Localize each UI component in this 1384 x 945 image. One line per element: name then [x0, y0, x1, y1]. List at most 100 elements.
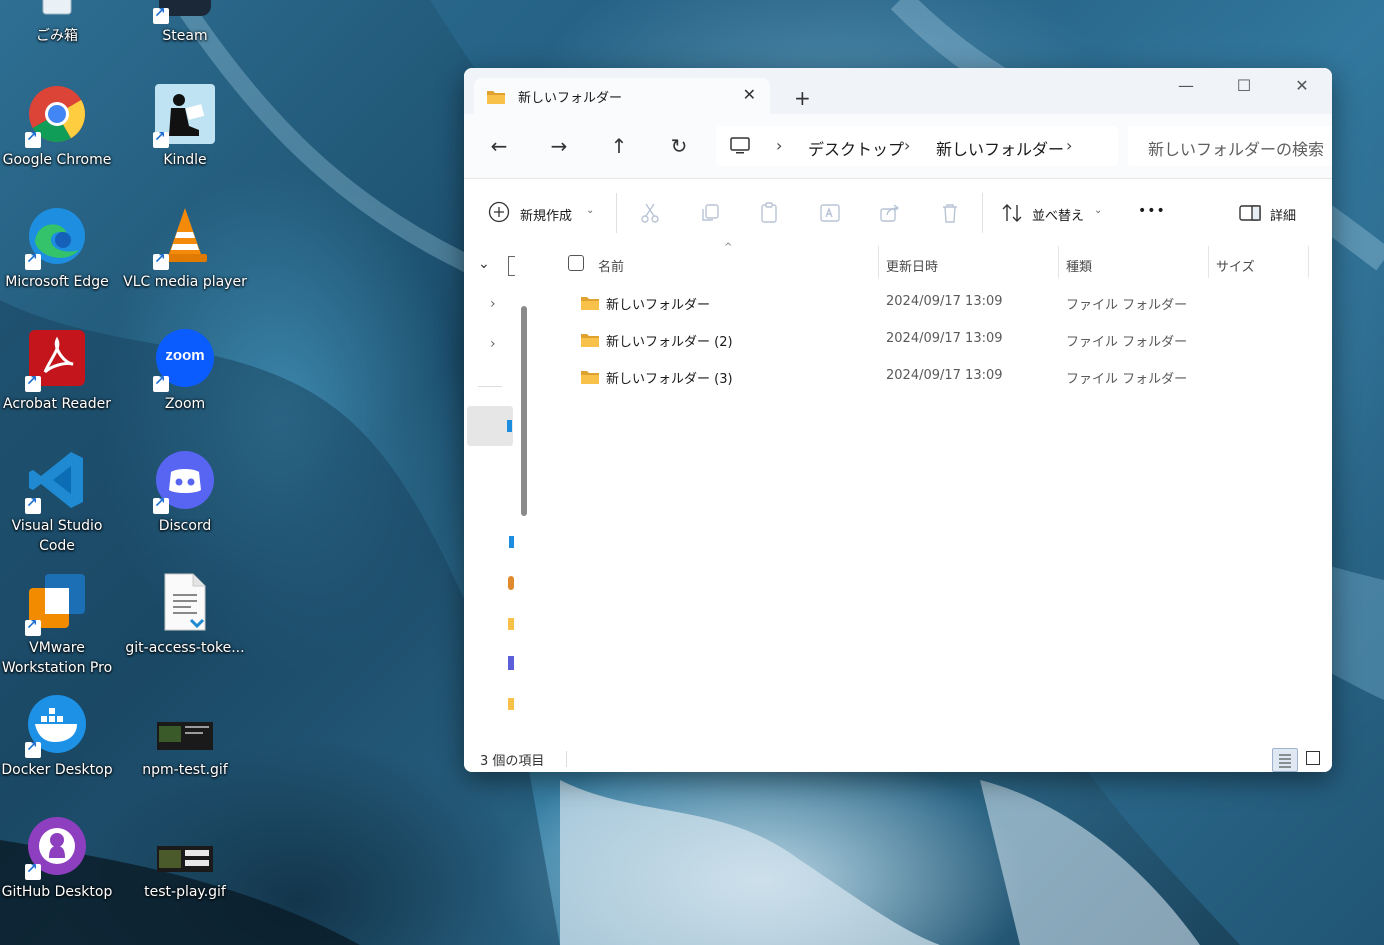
desktop-icon-vmware[interactable]: VMware Workstation Pro	[0, 572, 119, 678]
column-divider[interactable]	[1308, 246, 1309, 278]
search-box[interactable]: 新しいフォルダーの検索	[1128, 126, 1332, 166]
folder-nav-icon[interactable]	[508, 698, 514, 710]
downloads-nav-icon[interactable]	[509, 536, 514, 548]
breadcrumb-new-folder[interactable]: 新しいフォルダー	[936, 136, 1064, 160]
desktop-icon-discord[interactable]: Discord	[123, 450, 247, 536]
up-button[interactable]: ↑	[604, 134, 634, 158]
tab-close-icon[interactable]: ✕	[743, 85, 756, 104]
chevron-right-icon[interactable]: ›	[490, 336, 496, 352]
column-header-type[interactable]: 種類	[1066, 256, 1092, 275]
navigation-pane: ⌄ › ›	[464, 246, 534, 746]
file-row[interactable]: 新しいフォルダー 2024/09/17 13:09 ファイル フォルダー	[534, 286, 1332, 320]
desktop-icon-test-play-gif[interactable]: test-play.gif	[123, 816, 247, 902]
this-pc-icon[interactable]	[730, 136, 750, 160]
tab-title: 新しいフォルダー	[518, 91, 623, 106]
sort-button[interactable]: 並べ替え	[1032, 205, 1084, 224]
desktop-nav-icon[interactable]	[507, 420, 512, 432]
delete-icon[interactable]	[938, 201, 962, 225]
minimize-button[interactable]: —	[1166, 76, 1206, 106]
file-name: 新しいフォルダー	[606, 298, 711, 313]
column-divider[interactable]	[878, 246, 879, 278]
file-type: ファイル フォルダー	[1066, 298, 1188, 313]
desktop-icon-git-access-token[interactable]: git-access-toke...	[123, 572, 247, 658]
explorer-tab[interactable]: 新しいフォルダー ✕	[474, 78, 770, 114]
large-icons-view-icon[interactable]	[1306, 751, 1320, 765]
details-view-icon[interactable]	[1272, 748, 1298, 772]
videos-nav-icon[interactable]	[508, 656, 514, 670]
desktop-icon-docker[interactable]: Docker Desktop	[0, 694, 119, 780]
recycle-bin-icon	[27, 0, 87, 20]
new-button[interactable]: 新規作成	[520, 205, 572, 224]
shortcut-arrow-icon	[153, 373, 169, 392]
shortcut-arrow-icon	[153, 495, 169, 514]
share-icon[interactable]	[878, 201, 902, 225]
desktop-icon-npm-test-gif[interactable]: npm-test.gif	[123, 694, 247, 780]
folder-nav-icon[interactable]	[508, 618, 514, 630]
file-row[interactable]: 新しいフォルダー (3) 2024/09/17 13:09 ファイル フォルダー	[534, 360, 1332, 394]
desktop-icon-vscode[interactable]: Visual Studio Code	[0, 450, 119, 556]
shortcut-arrow-icon	[25, 373, 41, 392]
paste-icon[interactable]	[758, 201, 782, 225]
edge-icon	[25, 206, 87, 270]
sort-icon[interactable]	[1000, 201, 1024, 225]
desktop-icon-steam[interactable]: Steam	[123, 0, 247, 46]
column-header-name[interactable]: 名前	[598, 256, 624, 275]
file-list: ^ 名前 更新日時 種類 サイズ 新しいフォルダー 2024/09/17 13:…	[534, 242, 1332, 746]
kindle-icon	[153, 84, 215, 148]
breadcrumb-separator-icon[interactable]: ›	[776, 136, 782, 155]
desktop-icon-github-desktop[interactable]: GitHub Desktop	[0, 816, 119, 902]
new-item-icon[interactable]	[488, 201, 512, 225]
breadcrumb-separator-icon[interactable]: ›	[1066, 136, 1072, 155]
column-divider[interactable]	[1208, 246, 1209, 278]
more-options-button[interactable]: •••	[1138, 203, 1166, 219]
shortcut-arrow-icon	[25, 739, 41, 758]
text-file-icon	[155, 572, 215, 632]
details-pane-icon[interactable]	[1238, 201, 1262, 225]
zoom-icon: zoom	[153, 328, 215, 392]
chevron-down-icon[interactable]: ⌄	[586, 205, 594, 216]
desktop-icon-zoom[interactable]: zoom Zoom	[123, 328, 247, 414]
column-divider[interactable]	[1058, 246, 1059, 278]
chevron-down-icon[interactable]: ⌄	[1094, 205, 1102, 216]
refresh-button[interactable]: ↻	[664, 134, 694, 158]
desktop-icon-label: git-access-toke...	[125, 640, 245, 656]
address-bar[interactable]: › デスクトップ › 新しいフォルダー ›	[716, 126, 1118, 166]
desktop-icon-label: ごみ箱	[36, 28, 78, 44]
desktop-icon-edge[interactable]: Microsoft Edge	[0, 206, 119, 292]
copy-icon[interactable]	[698, 201, 722, 225]
select-all-checkbox[interactable]	[568, 255, 584, 271]
desktop-icon-vlc[interactable]: VLC media player	[123, 206, 247, 292]
navpane-scrollbar[interactable]	[521, 306, 527, 516]
desktop-icon-kindle[interactable]: Kindle	[123, 84, 247, 170]
file-row[interactable]: 新しいフォルダー (2) 2024/09/17 13:09 ファイル フォルダー	[534, 323, 1332, 357]
close-window-button[interactable]: ✕	[1282, 76, 1322, 106]
column-header-modified[interactable]: 更新日時	[886, 256, 938, 275]
command-bar: 新規作成 ⌄ 並べ替え ⌄ ••• 詳細	[464, 178, 1332, 248]
forward-button[interactable]: →	[544, 134, 574, 158]
shortcut-arrow-icon	[153, 5, 169, 24]
rename-icon[interactable]	[818, 201, 842, 225]
breadcrumb-separator-icon[interactable]: ›	[904, 136, 910, 155]
desktop-icon-label: Docker Desktop	[1, 762, 113, 778]
desktop-icon-acrobat[interactable]: Acrobat Reader	[0, 328, 119, 414]
shortcut-arrow-icon	[153, 251, 169, 270]
file-modified: 2024/09/17 13:09	[886, 368, 1003, 383]
desktop-icon-chrome[interactable]: Google Chrome	[0, 84, 119, 170]
new-tab-button[interactable]: +	[794, 86, 811, 110]
file-type: ファイル フォルダー	[1066, 335, 1188, 350]
chevron-down-icon[interactable]: ⌄	[478, 256, 490, 272]
desktop-icon-recycle-bin[interactable]: ごみ箱	[0, 0, 119, 46]
music-nav-icon[interactable]	[508, 576, 514, 590]
details-button[interactable]: 詳細	[1270, 205, 1296, 224]
maximize-button[interactable]: ☐	[1224, 76, 1264, 106]
status-bar: 3 個の項目	[464, 746, 1332, 772]
cut-icon[interactable]	[638, 201, 662, 225]
back-button[interactable]: ←	[484, 134, 514, 158]
desktop-icon-label: Visual Studio Code	[11, 518, 103, 554]
column-header-size[interactable]: サイズ	[1216, 256, 1255, 275]
file-name: 新しいフォルダー (3)	[606, 372, 733, 387]
breadcrumb-desktop[interactable]: デスクトップ	[808, 136, 904, 160]
gif-file-icon	[155, 694, 215, 754]
chevron-right-icon[interactable]: ›	[490, 296, 496, 312]
desktop-icon-label: GitHub Desktop	[1, 884, 113, 900]
